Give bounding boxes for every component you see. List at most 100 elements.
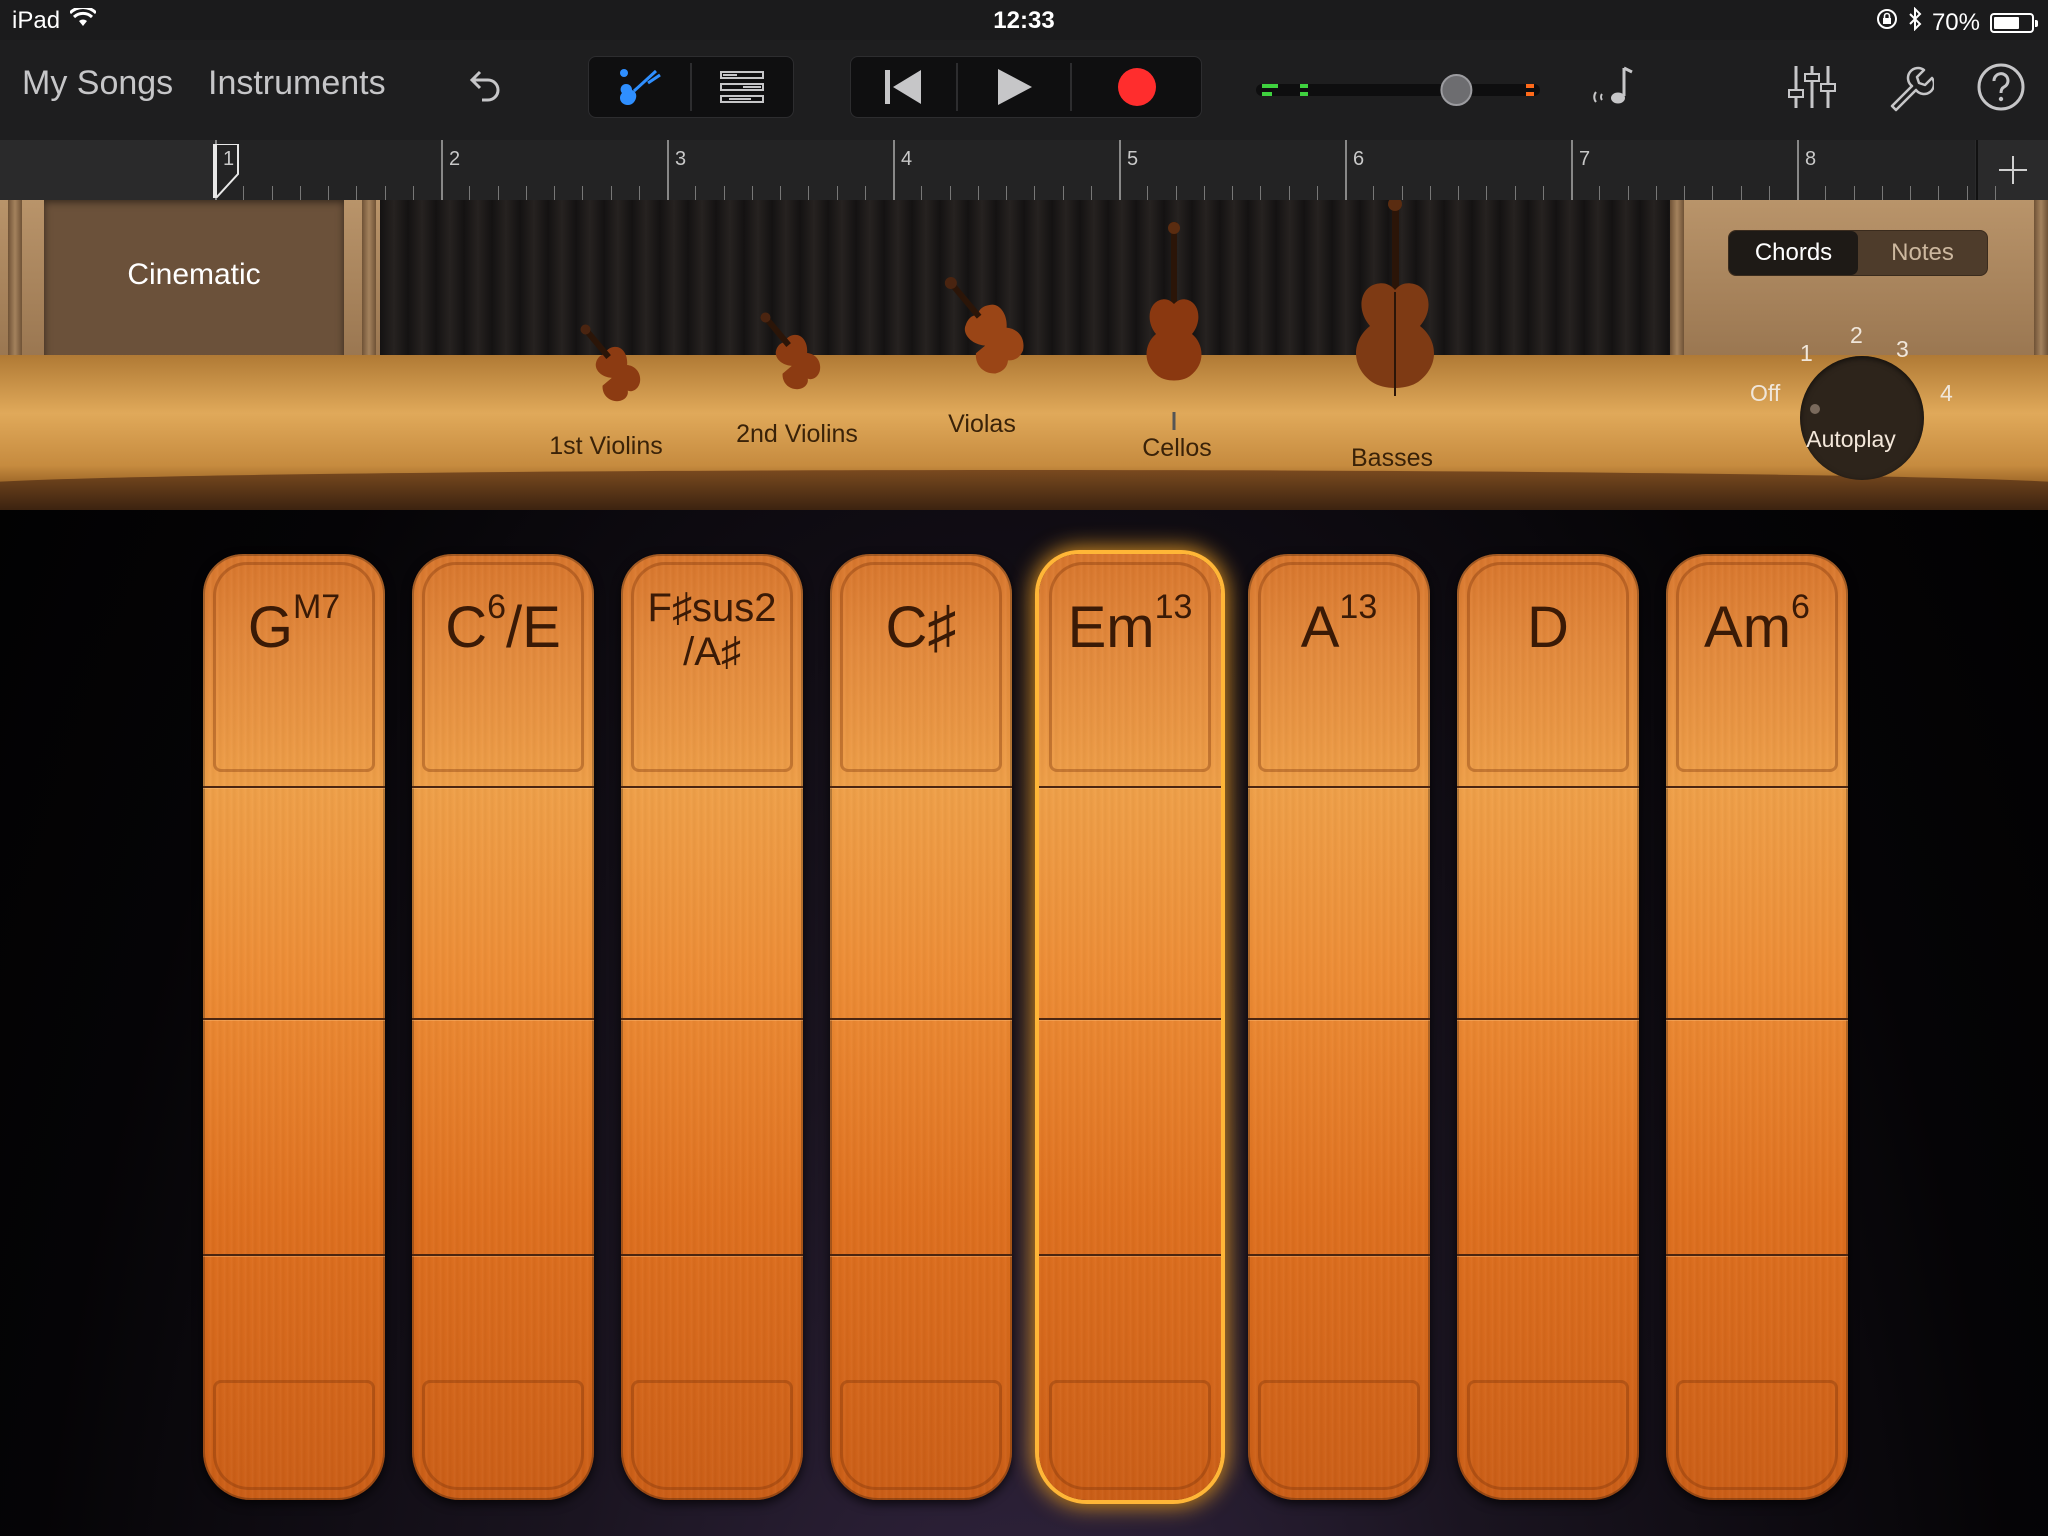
chord-strips: GM7 C6/E F♯sus2/A♯ C♯ Em13 A13 D Am6 bbox=[0, 510, 2048, 1536]
chord-root: G bbox=[247, 595, 293, 660]
ruler-tick bbox=[1627, 186, 1629, 200]
chord-strip-segment-divider bbox=[1039, 786, 1221, 788]
bluetooth-icon bbox=[1908, 6, 1922, 38]
ruler-tick bbox=[1147, 186, 1149, 200]
ruler-bar-number: 7 bbox=[1579, 148, 1591, 170]
timeline-ruler[interactable]: 12345678 bbox=[0, 140, 2048, 201]
chord-strip-segment-divider bbox=[412, 1018, 594, 1020]
chord-label: Am6 bbox=[1666, 588, 1848, 661]
autoplay-3[interactable]: 3 bbox=[1896, 336, 1909, 363]
ruler-tick bbox=[1712, 186, 1714, 200]
ruler-tick bbox=[1373, 186, 1375, 200]
ruler-tick bbox=[1232, 186, 1233, 200]
ruler-tick bbox=[356, 186, 358, 200]
double-bass-icon[interactable] bbox=[1340, 200, 1450, 441]
autoplay-1[interactable]: 1 bbox=[1800, 340, 1813, 367]
instrument-view-icon[interactable] bbox=[589, 57, 689, 117]
add-section-button[interactable] bbox=[1976, 140, 2048, 200]
undo-icon[interactable] bbox=[462, 66, 506, 115]
chord-root: Em bbox=[1067, 595, 1155, 660]
chord-label: C6/E bbox=[412, 588, 594, 661]
chord-strip-foot bbox=[213, 1380, 375, 1490]
cello-icon[interactable] bbox=[1134, 222, 1214, 437]
my-songs-button[interactable]: My Songs bbox=[22, 64, 173, 103]
autoplay-control: Off 1 2 3 4 Autoplay bbox=[1736, 310, 1966, 480]
settings-wrench-icon[interactable] bbox=[1884, 62, 1936, 117]
autoplay-knob[interactable] bbox=[1800, 356, 1924, 480]
ruler-bar-line bbox=[1797, 140, 1799, 200]
ruler-tick bbox=[1825, 186, 1827, 200]
playhead[interactable] bbox=[213, 143, 242, 201]
metronome-icon[interactable] bbox=[1590, 62, 1640, 117]
instruments-button[interactable]: Instruments bbox=[208, 64, 386, 103]
autoplay-2[interactable]: 2 bbox=[1850, 322, 1863, 349]
chord-label-line-2: /A♯ bbox=[683, 630, 741, 674]
chord-strip-segment-divider bbox=[203, 1018, 385, 1020]
view-switcher bbox=[588, 56, 794, 118]
mixer-icon[interactable] bbox=[1786, 62, 1838, 117]
chord-strip-4[interactable]: C♯ bbox=[830, 554, 1012, 1500]
play-icon[interactable] bbox=[959, 57, 1069, 117]
ruler-tick bbox=[243, 186, 245, 200]
ruler-tick bbox=[1768, 186, 1770, 200]
ruler-bar-line bbox=[893, 140, 895, 200]
ruler-tick bbox=[949, 186, 951, 200]
autoplay-4[interactable]: 4 bbox=[1940, 380, 1953, 407]
help-icon[interactable] bbox=[1976, 62, 2026, 117]
violin-icon[interactable] bbox=[562, 312, 672, 427]
chord-strip-8[interactable]: Am6 bbox=[1666, 554, 1848, 1500]
autoplay-indicator bbox=[1810, 404, 1820, 414]
ruler-tick bbox=[1203, 186, 1205, 200]
notes-tab[interactable]: Notes bbox=[1858, 231, 1987, 275]
transport-controls bbox=[850, 56, 1202, 118]
chord-strip-5[interactable]: Em13 bbox=[1039, 554, 1221, 1500]
ruler-tick bbox=[695, 186, 697, 200]
record-icon[interactable] bbox=[1073, 57, 1201, 117]
chord-strip-1[interactable]: GM7 bbox=[203, 554, 385, 1500]
chords-tab[interactable]: Chords bbox=[1729, 231, 1858, 275]
violin-icon-2[interactable] bbox=[742, 300, 852, 415]
chord-strip-segment-divider bbox=[621, 1018, 803, 1020]
ruler-tick bbox=[1740, 186, 1742, 200]
ruler-tick bbox=[1599, 186, 1601, 200]
chords-notes-toggle: Chords Notes bbox=[1728, 230, 1988, 276]
master-volume-slider[interactable] bbox=[1252, 74, 1544, 106]
viola-icon[interactable] bbox=[922, 262, 1062, 407]
instrument-label-basses[interactable]: Basses bbox=[1351, 444, 1433, 473]
orchestra-stage: Cinematic 1st Violins 2nd Violins Violas… bbox=[0, 200, 2048, 510]
tracks-view-icon[interactable] bbox=[692, 57, 792, 117]
chord-label: Em13 bbox=[1039, 588, 1221, 661]
instrument-label-cellos[interactable]: Cellos bbox=[1142, 434, 1211, 463]
ruler-bar-number: 2 bbox=[449, 148, 461, 170]
ruler-tick bbox=[1542, 186, 1544, 200]
chord-label: C♯ bbox=[830, 594, 1012, 661]
instrument-label-2nd-violins[interactable]: 2nd Violins bbox=[736, 420, 858, 449]
ruler-tick bbox=[271, 186, 273, 200]
ruler-tick bbox=[1938, 186, 1940, 200]
battery-fill bbox=[1994, 16, 2020, 29]
chord-label: F♯sus2/A♯ bbox=[621, 586, 803, 674]
instrument-label-1st-violins[interactable]: 1st Violins bbox=[549, 432, 663, 461]
chord-strip-2[interactable]: C6/E bbox=[412, 554, 594, 1500]
autoplay-off[interactable]: Off bbox=[1750, 380, 1780, 407]
chord-strip-segment-divider bbox=[1248, 1254, 1430, 1256]
chord-strip-3[interactable]: F♯sus2/A♯ bbox=[621, 554, 803, 1500]
ruler-tick bbox=[1853, 186, 1855, 200]
chord-label: GM7 bbox=[203, 588, 385, 661]
ruler-tick bbox=[1062, 186, 1064, 200]
chord-strip-segment-divider bbox=[1248, 1018, 1430, 1020]
chord-strip-segment-divider bbox=[830, 1254, 1012, 1256]
chord-strip-6[interactable]: A13 bbox=[1248, 554, 1430, 1500]
chord-strip-segment-divider bbox=[203, 786, 385, 788]
chord-strip-segment-divider bbox=[1039, 1254, 1221, 1256]
chord-strip-7[interactable]: D bbox=[1457, 554, 1639, 1500]
chord-strip-segment-divider bbox=[1039, 1018, 1221, 1020]
chord-strip-segment-divider bbox=[830, 1018, 1012, 1020]
chord-extension: M7 bbox=[292, 588, 341, 626]
rewind-icon[interactable] bbox=[851, 57, 955, 117]
ruler-tick bbox=[1260, 186, 1262, 200]
ruler-tick bbox=[610, 186, 612, 200]
ruler-track[interactable] bbox=[215, 140, 1975, 200]
chord-strip-segment-divider bbox=[203, 1254, 385, 1256]
instrument-label-violas[interactable]: Violas bbox=[948, 410, 1016, 439]
